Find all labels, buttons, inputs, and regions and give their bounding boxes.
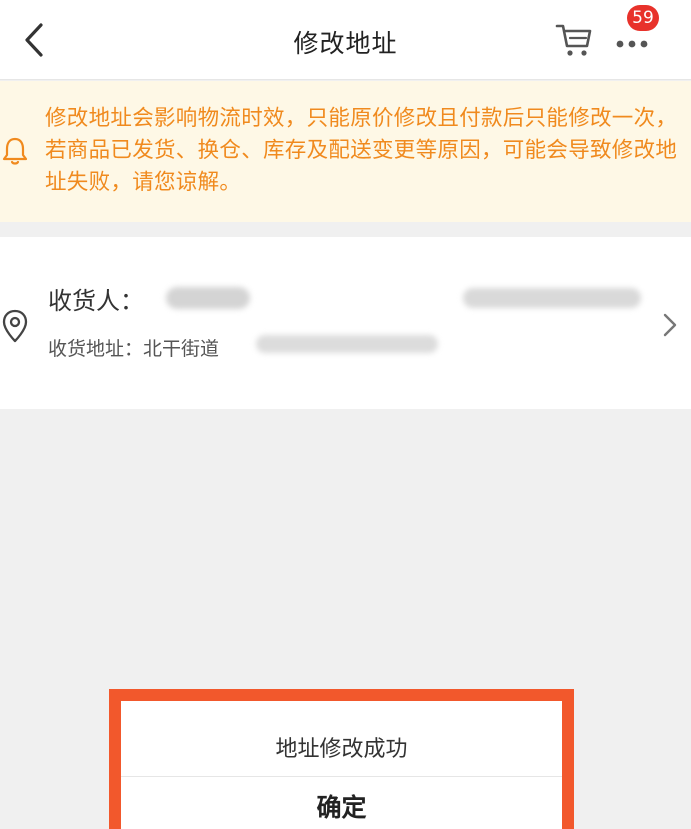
modify-address-page: 修改地址 59 修改地址会影响物流时效，只能原价修改且付款后只能修改一次，若商品… xyxy=(0,0,691,829)
cart-icon xyxy=(555,24,592,56)
more-icon xyxy=(616,40,648,48)
dialog-message: 地址修改成功 xyxy=(275,737,408,762)
receiver-phone-redacted xyxy=(463,288,641,308)
address-label: 收货地址：北干街道 xyxy=(48,338,220,360)
address-detail-redacted xyxy=(256,335,438,353)
top-nav-bar: 修改地址 59 xyxy=(0,0,691,80)
location-pin-icon xyxy=(2,309,28,343)
success-dialog: 地址修改成功 确定 xyxy=(121,701,562,829)
receiver-name-redacted xyxy=(166,287,250,309)
message-count-badge: 59 xyxy=(627,5,659,31)
cart-button[interactable] xyxy=(552,20,596,60)
dialog-divider xyxy=(121,776,562,777)
receiver-label: 收货人： xyxy=(48,287,144,315)
notice-text: 修改地址会影响物流时效，只能原价修改且付款后只能修改一次，若商品已发货、换仓、库… xyxy=(45,106,678,195)
bell-icon xyxy=(2,137,28,165)
address-card[interactable] xyxy=(0,237,691,409)
chevron-right-icon[interactable] xyxy=(660,310,680,340)
confirm-button[interactable]: 确定 xyxy=(121,778,562,829)
